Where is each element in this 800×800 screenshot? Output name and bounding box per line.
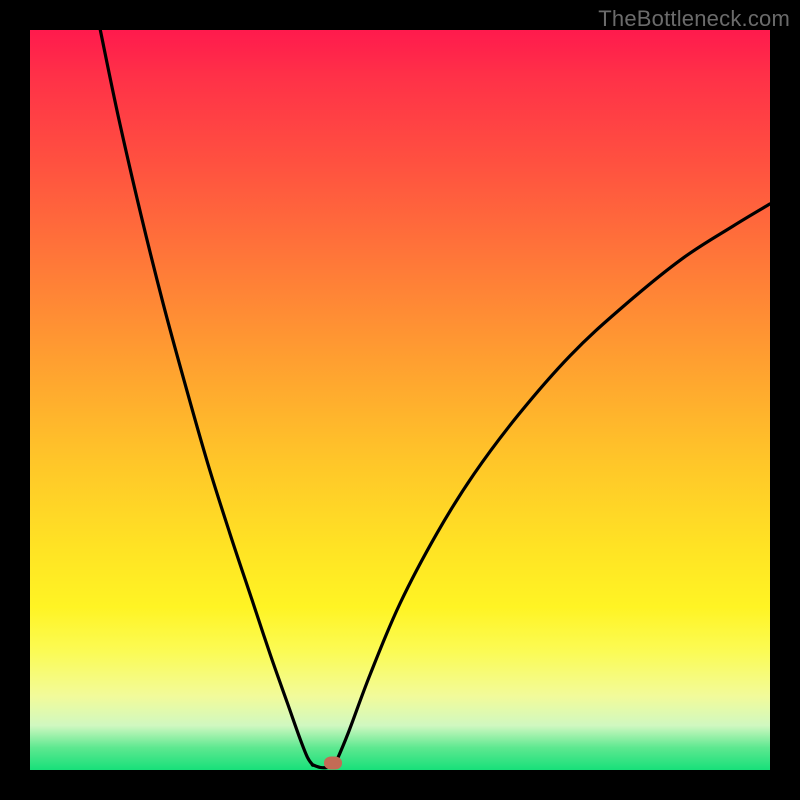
bottleneck-curve	[30, 30, 770, 770]
watermark-text: TheBottleneck.com	[598, 6, 790, 32]
plot-area	[30, 30, 770, 770]
chart-frame: TheBottleneck.com	[0, 0, 800, 800]
optimum-marker	[324, 757, 342, 770]
